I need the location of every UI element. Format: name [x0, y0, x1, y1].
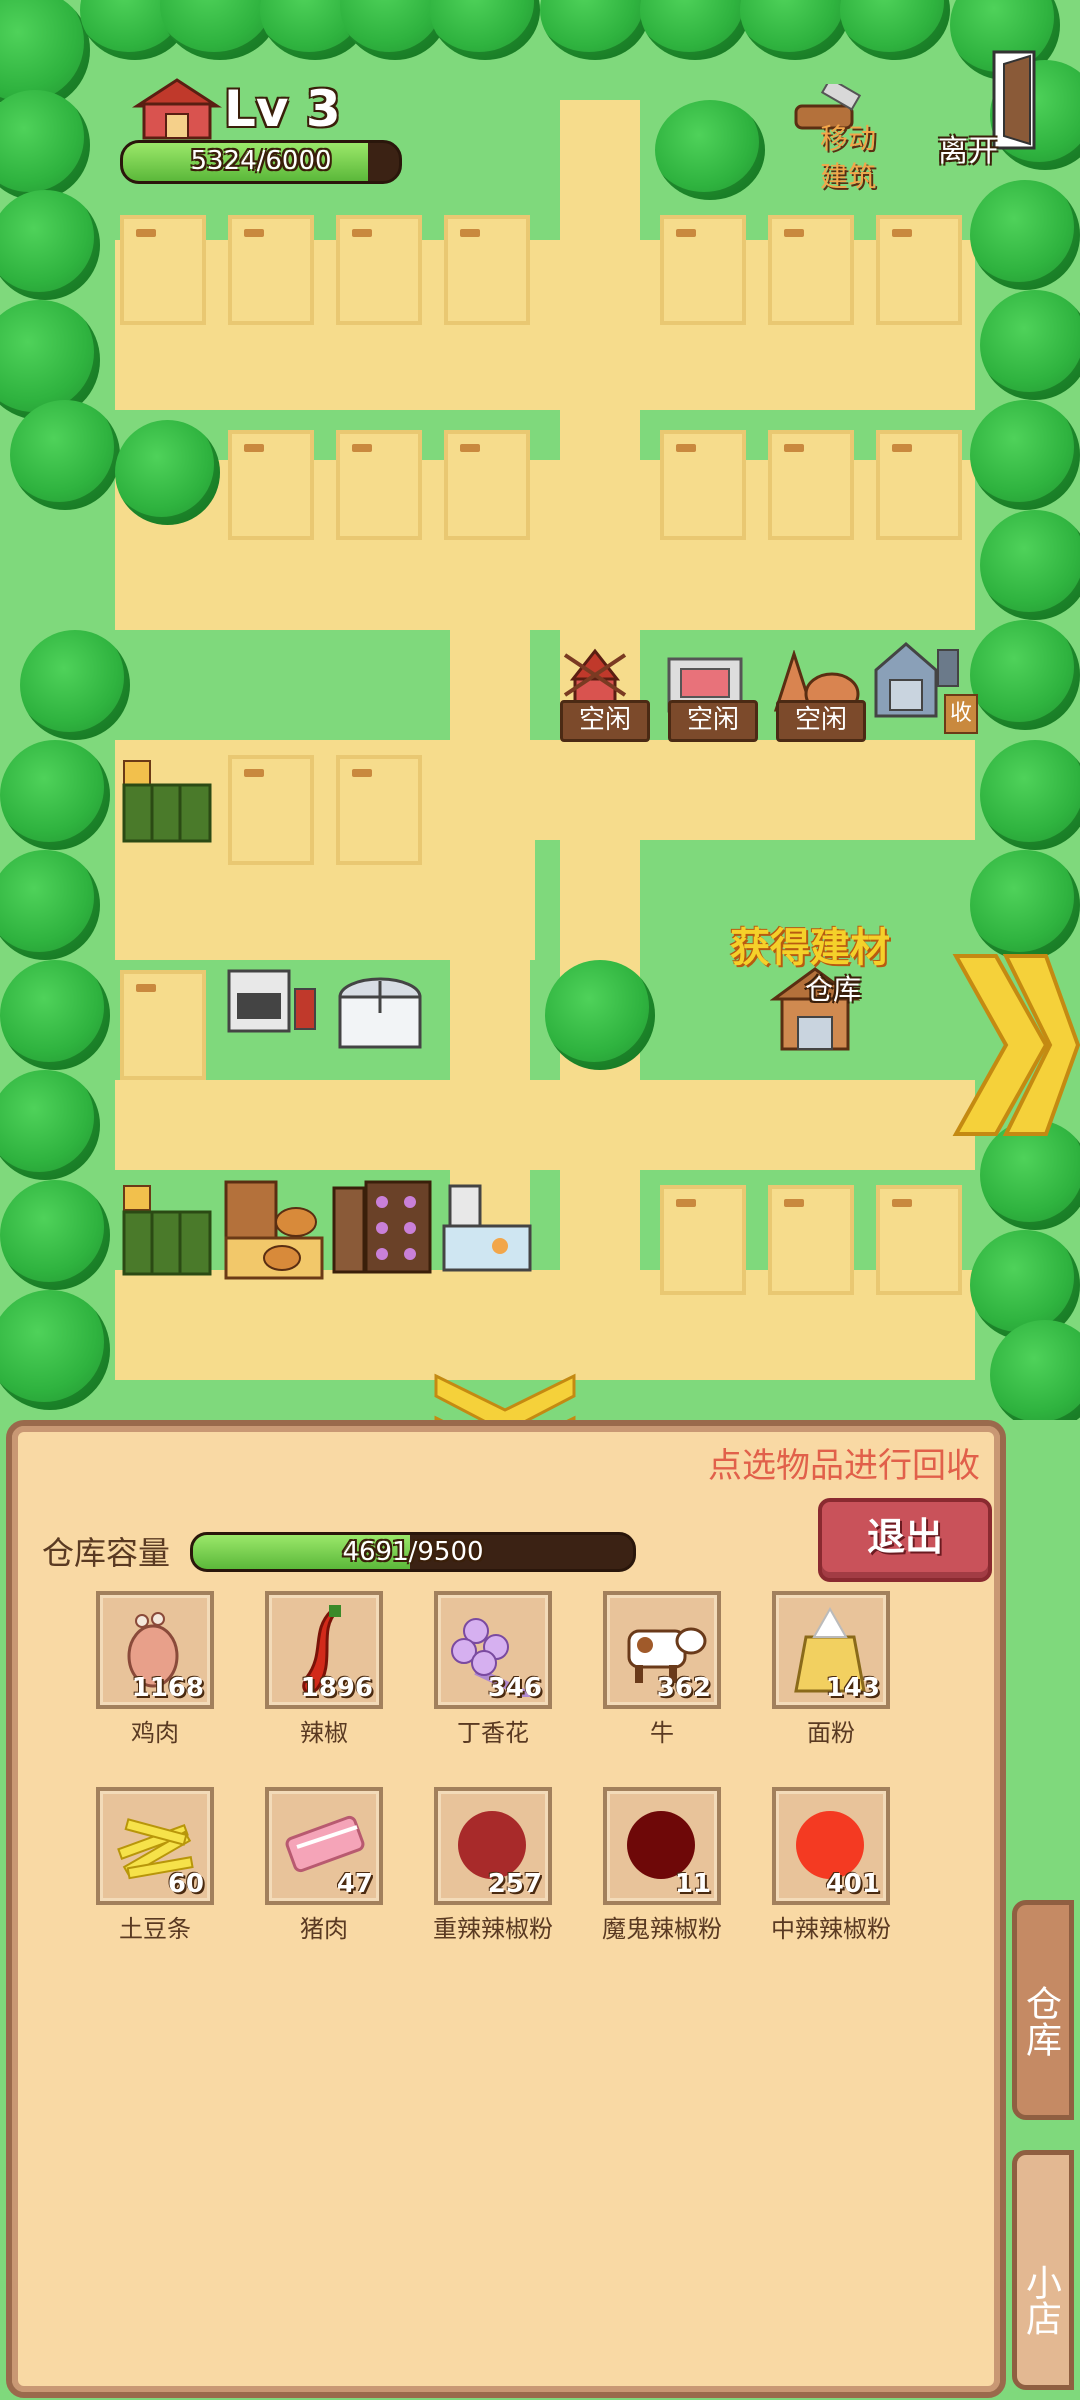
cattle-pen-building[interactable]: [222, 1178, 327, 1283]
crop-field-building[interactable]: [120, 1180, 215, 1280]
item-quantity: 60: [167, 1869, 204, 1899]
item-name: 魔鬼辣椒粉: [602, 1915, 722, 1943]
exit-button-label: 退出: [866, 1515, 943, 1559]
item-name: 土豆条: [119, 1915, 191, 1943]
idle-tag: 空闲: [776, 700, 866, 742]
warehouse-label: 仓库: [805, 973, 862, 1006]
warehouse-panel: 点选物品进行回收 仓库容量 4691/9500 退出 1168 鸡肉 1896 辣椒 3…: [6, 1420, 1006, 2398]
item-name: 辣椒: [300, 1719, 348, 1747]
capacity-text: 4691/9500: [342, 1537, 484, 1567]
inventory-slot[interactable]: 143: [772, 1591, 890, 1709]
silo-building[interactable]: [335, 975, 425, 1060]
item-quantity: 257: [487, 1869, 542, 1899]
farm-map[interactable]: Lv 3 5324/6000 移动 建筑 离开 空闲 空闲 空闲 收 获得建材 …: [0, 0, 1080, 1420]
collect-tag[interactable]: 收: [944, 694, 978, 734]
item-quantity: 346: [487, 1673, 542, 1703]
crop-field-building[interactable]: [120, 755, 215, 845]
oven-building[interactable]: [225, 965, 325, 1045]
factory-building[interactable]: [440, 1180, 535, 1275]
tab-shop[interactable]: 小店: [1012, 2150, 1074, 2390]
item-name: 面粉: [807, 1719, 855, 1747]
item-quantity: 143: [825, 1673, 880, 1703]
item-name: 牛: [650, 1719, 674, 1747]
recycle-hint: 点选物品进行回收: [708, 1446, 980, 1486]
exp-text: 5324/6000: [190, 146, 332, 176]
leave-button[interactable]: 离开: [930, 50, 1050, 170]
item-name: 重辣辣椒粉: [433, 1915, 553, 1943]
exp-bar: 5324/6000: [120, 140, 402, 184]
item-name: 鸡肉: [131, 1719, 179, 1747]
inventory-slot[interactable]: 346: [434, 1591, 552, 1709]
inventory-slot[interactable]: 362: [603, 1591, 721, 1709]
item-name: 猪肉: [300, 1915, 348, 1943]
inventory-slot[interactable]: 1896: [265, 1591, 383, 1709]
idle-tag: 空闲: [668, 700, 758, 742]
item-quantity: 1896: [300, 1673, 373, 1703]
item-quantity: 362: [656, 1673, 711, 1703]
exit-button[interactable]: 退出: [818, 1498, 992, 1582]
flower-field-building[interactable]: [330, 1178, 435, 1278]
leave-label: 离开: [938, 134, 998, 169]
next-area-arrow-icon[interactable]: [950, 950, 1080, 1140]
move-building-label: 移动 建筑: [820, 122, 877, 193]
item-quantity: 401: [825, 1869, 880, 1899]
item-quantity: 11: [674, 1869, 711, 1899]
inventory-slot[interactable]: 401: [772, 1787, 890, 1905]
item-name: 中辣辣椒粉: [771, 1915, 891, 1943]
level-text: Lv 3: [224, 80, 341, 138]
move-building-button[interactable]: 移动 建筑: [790, 77, 900, 200]
capacity-label: 仓库容量: [42, 1534, 171, 1572]
idle-tag: 空闲: [560, 700, 650, 742]
inventory-slot[interactable]: 257: [434, 1787, 552, 1905]
item-quantity: 47: [336, 1869, 373, 1899]
inventory-slot[interactable]: 11: [603, 1787, 721, 1905]
capacity-bar: 4691/9500: [190, 1532, 636, 1572]
barn-icon: [131, 78, 223, 140]
collapse-chevron-icon[interactable]: [430, 1370, 580, 1420]
tab-warehouse[interactable]: 仓库: [1012, 1900, 1074, 2120]
inventory-slot[interactable]: 47: [265, 1787, 383, 1905]
inventory-slot[interactable]: 60: [96, 1787, 214, 1905]
item-quantity: 1168: [131, 1673, 204, 1703]
inventory-slot[interactable]: 1168: [96, 1591, 214, 1709]
item-name: 丁香花: [457, 1719, 529, 1747]
